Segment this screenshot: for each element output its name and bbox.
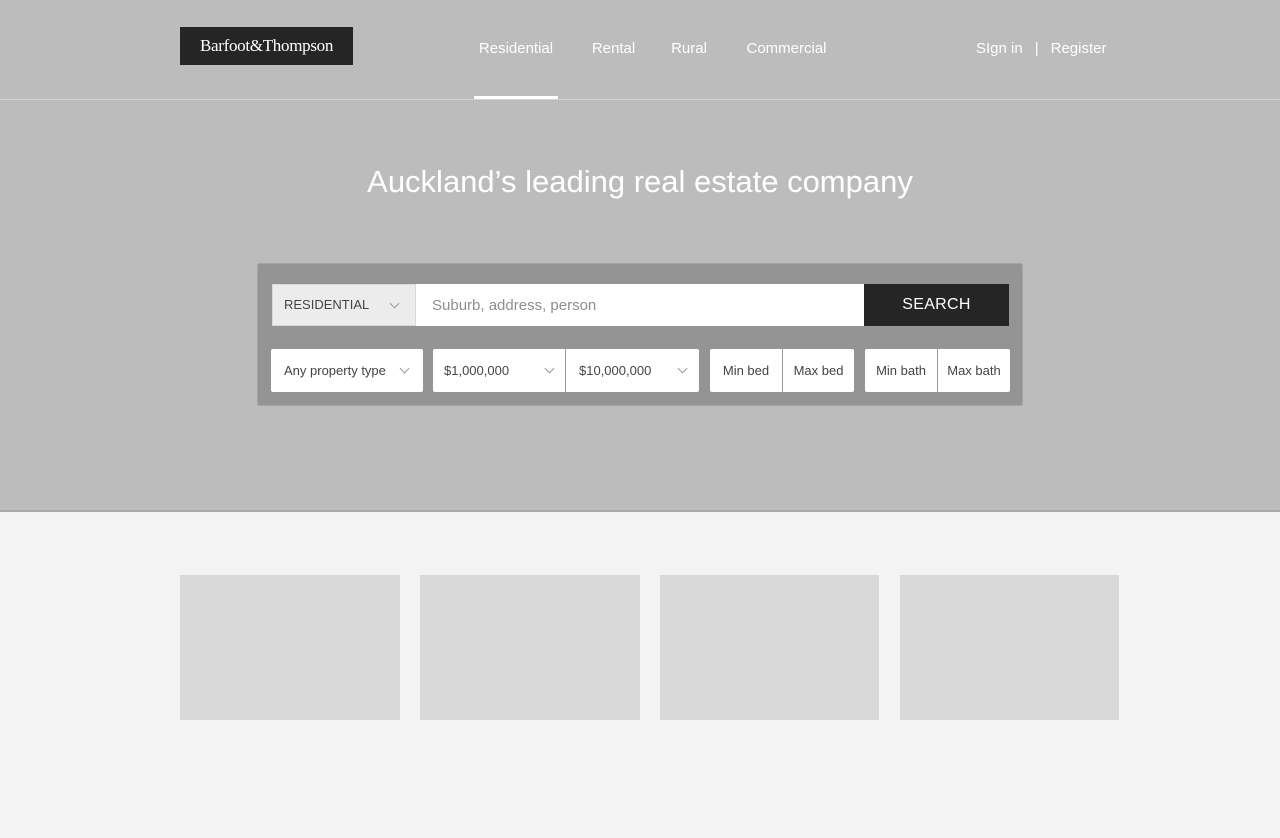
brand-logo[interactable]: Barfoot&Thompson xyxy=(180,27,353,65)
category-select-value: RESIDENTIAL xyxy=(284,297,370,312)
hero-title: Auckland’s leading real estate company xyxy=(367,164,913,199)
register-link[interactable]: Register xyxy=(1051,40,1107,57)
price-min-value: $1,000,000 xyxy=(444,363,510,378)
bedrooms-range: Min bed Max bed xyxy=(710,349,854,392)
listing-card-placeholder[interactable] xyxy=(660,575,879,720)
price-max-value: $10,000,000 xyxy=(579,363,652,378)
chevron-down-icon xyxy=(544,363,555,374)
nav-rural[interactable]: Rural xyxy=(668,0,710,100)
category-select[interactable]: RESIDENTIAL xyxy=(272,284,416,326)
hero-section: Auckland’s leading real estate company R… xyxy=(0,100,1280,512)
min-bed-select[interactable]: Min bed xyxy=(710,349,782,392)
search-button[interactable]: SEARCH xyxy=(864,284,1009,326)
property-type-value: Any property type xyxy=(284,363,386,378)
max-bath-select[interactable]: Max bath xyxy=(938,349,1010,392)
property-type-select[interactable]: Any property type xyxy=(271,349,423,392)
listing-card-placeholder[interactable] xyxy=(900,575,1119,720)
nav-rental[interactable]: Rental xyxy=(588,0,639,100)
price-range: $1,000,000 $10,000,000 xyxy=(433,349,699,392)
search-panel: RESIDENTIAL SEARCH Any property type $1,… xyxy=(257,263,1023,406)
site-header: Barfoot&Thompson Residential Rental Rura… xyxy=(0,0,1280,100)
nav-residential[interactable]: Residential xyxy=(474,0,558,100)
min-bath-select[interactable]: Min bath xyxy=(865,349,937,392)
price-max-select[interactable]: $10,000,000 xyxy=(566,349,699,392)
sign-in-link[interactable]: SIgn in xyxy=(976,40,1023,57)
search-input[interactable] xyxy=(416,284,864,326)
listings-section xyxy=(0,514,1280,838)
price-min-select[interactable]: $1,000,000 xyxy=(433,349,565,392)
auth-separator: | xyxy=(1034,40,1039,57)
chevron-down-icon xyxy=(399,363,410,374)
listing-card-placeholder[interactable] xyxy=(420,575,640,720)
bathrooms-range: Min bath Max bath xyxy=(865,349,1010,392)
auth-links: SIgn in | Register xyxy=(976,40,1106,57)
listing-card-placeholder[interactable] xyxy=(180,575,400,720)
max-bed-select[interactable]: Max bed xyxy=(783,349,854,392)
nav-commercial[interactable]: Commercial xyxy=(742,0,831,100)
chevron-down-icon xyxy=(677,363,688,374)
chevron-down-icon xyxy=(389,298,400,309)
